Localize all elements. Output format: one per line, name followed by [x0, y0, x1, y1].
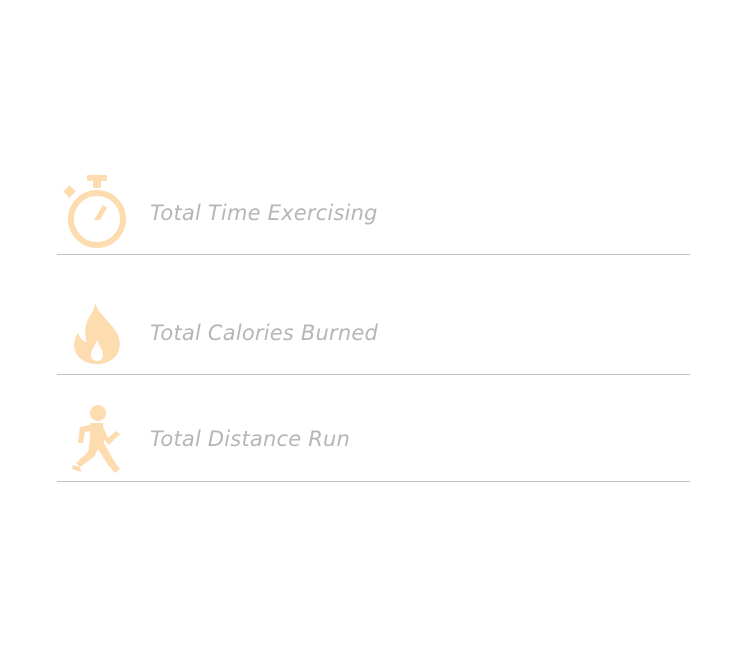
stat-row-time-exercising: Total Time Exercising	[57, 170, 690, 255]
stats-list: Total Time Exercising Total Calories Bur…	[57, 0, 690, 648]
stat-label: Total Calories Burned	[150, 321, 379, 345]
running-person-icon	[72, 405, 120, 473]
stat-row-calories-burned: Total Calories Burned	[57, 255, 690, 375]
stat-label: Total Distance Run	[150, 427, 351, 451]
flame-icon	[74, 302, 120, 364]
stat-row-distance-run: Total Distance Run	[57, 375, 690, 482]
stopwatch-icon	[63, 175, 126, 248]
stat-label: Total Time Exercising	[150, 201, 378, 225]
